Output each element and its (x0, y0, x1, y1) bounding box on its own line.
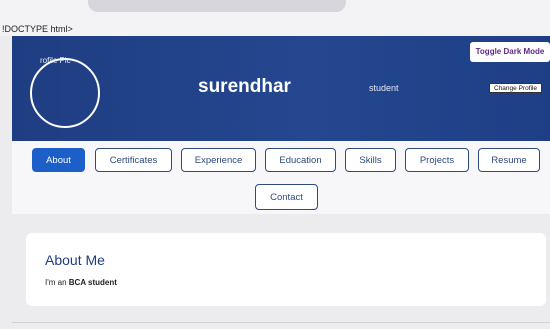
about-me-card: About Me I'm an BCA student (26, 233, 546, 306)
about-me-title: About Me (45, 252, 105, 268)
change-profile-button[interactable]: Change Profile (489, 83, 542, 93)
profile-picture (30, 58, 100, 128)
profile-header: rofile Pic surendhar student Toggle Dark… (12, 36, 550, 141)
bottom-divider (12, 322, 550, 323)
about-me-text-bold: BCA student (68, 278, 117, 287)
profile-picture-alt-text: rofile Pic (40, 56, 71, 65)
tab-education[interactable]: Education (265, 148, 336, 172)
about-me-text: I'm an BCA student (45, 278, 117, 287)
profile-name: surendhar (198, 76, 291, 97)
about-me-text-prefix: I'm an (45, 278, 69, 287)
tab-certificates[interactable]: Certificates (95, 148, 172, 172)
toggle-dark-mode-button[interactable]: Toggle Dark Mode (470, 42, 550, 62)
tab-contact[interactable]: Contact (255, 184, 318, 210)
tab-resume[interactable]: Resume (478, 148, 540, 172)
tab-skills[interactable]: Skills (345, 148, 396, 172)
tab-experience[interactable]: Experience (181, 148, 256, 172)
tab-about[interactable]: About (32, 148, 85, 172)
profile-role: student (369, 83, 399, 93)
browser-address-pill (88, 0, 346, 12)
tab-projects[interactable]: Projects (405, 148, 469, 172)
section-nav: About Certificates Experience Education … (12, 141, 550, 214)
browser-top-bar (0, 0, 550, 36)
raw-doctype-text: !DOCTYPE html> (2, 24, 73, 34)
